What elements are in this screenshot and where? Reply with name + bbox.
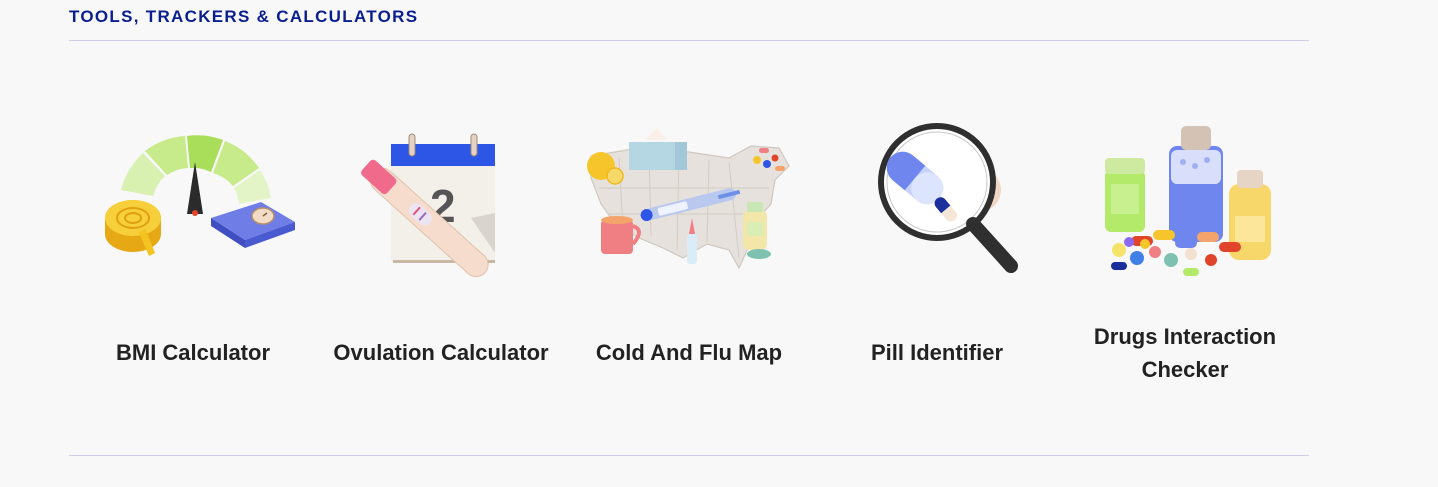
us-map-cold-flu-icon: [587, 128, 790, 270]
tool-label-drugs-interaction-checker: Drugs Interaction Checker: [1093, 324, 1277, 382]
tool-card-pill-identifier[interactable]: Pill Identifier: [817, 110, 1057, 400]
medicine-bottles-icon: [1105, 126, 1271, 276]
divider-top: [69, 40, 1309, 41]
section-title: TOOLS, TRACKERS & CALCULATORS: [69, 7, 419, 26]
tool-card-bmi-calculator[interactable]: BMI Calculator: [73, 110, 313, 400]
tool-label-cold-and-flu-map: Cold And Flu Map: [595, 340, 783, 365]
bmi-gauge-icon: [105, 135, 295, 256]
calendar-pregnancy-test-icon: 2: [361, 133, 495, 278]
tools-section: TOOLS, TRACKERS & CALCULATORS BMI Calcul…: [69, 0, 1309, 487]
tool-label-ovulation-calculator: Ovulation Calculator: [333, 340, 549, 365]
magnifier-pill-icon: [878, 123, 1018, 273]
divider-bottom: [69, 455, 1309, 456]
tool-card-cold-and-flu-map[interactable]: Cold And Flu Map: [569, 110, 809, 400]
tool-card-ovulation-calculator[interactable]: 2 Ovulation Calculator: [321, 110, 561, 400]
tool-label-bmi-calculator: BMI Calculator: [115, 340, 271, 365]
tool-label-pill-identifier: Pill Identifier: [870, 340, 1004, 365]
tool-card-drugs-interaction-checker[interactable]: Drugs Interaction Checker: [1065, 110, 1305, 400]
